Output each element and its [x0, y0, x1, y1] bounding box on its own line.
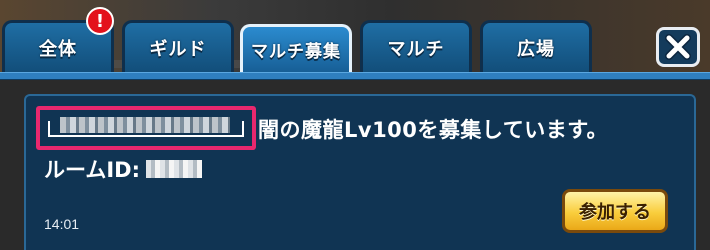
- chat-tab-bar: 全体 ! ギルド マルチ募集 マルチ 広場: [0, 0, 710, 80]
- tab-divider: [0, 72, 710, 80]
- tab-multi[interactable]: マルチ: [360, 20, 472, 72]
- chat-message: 闇の魔龍Lv100を募集しています。 ルームID: 14:01 参加する: [24, 94, 696, 250]
- room-id-line: ルームID:: [44, 154, 203, 184]
- close-x-icon: [665, 34, 691, 60]
- close-button[interactable]: [656, 27, 700, 67]
- notification-badge: !: [86, 7, 114, 35]
- sender-highlight: [36, 106, 256, 150]
- message-text: 闇の魔龍Lv100を募集しています。: [258, 118, 609, 142]
- room-id-label: ルームID:: [44, 158, 141, 182]
- tab-multi-recruit[interactable]: マルチ募集: [240, 24, 352, 72]
- tab-guild[interactable]: ギルド: [122, 20, 234, 72]
- message-time: 14:01: [44, 216, 80, 232]
- room-id-redacted: [146, 160, 203, 178]
- tab-plaza[interactable]: 広場: [480, 20, 592, 72]
- join-button[interactable]: 参加する: [562, 189, 668, 233]
- sender-name-redacted: [60, 117, 230, 133]
